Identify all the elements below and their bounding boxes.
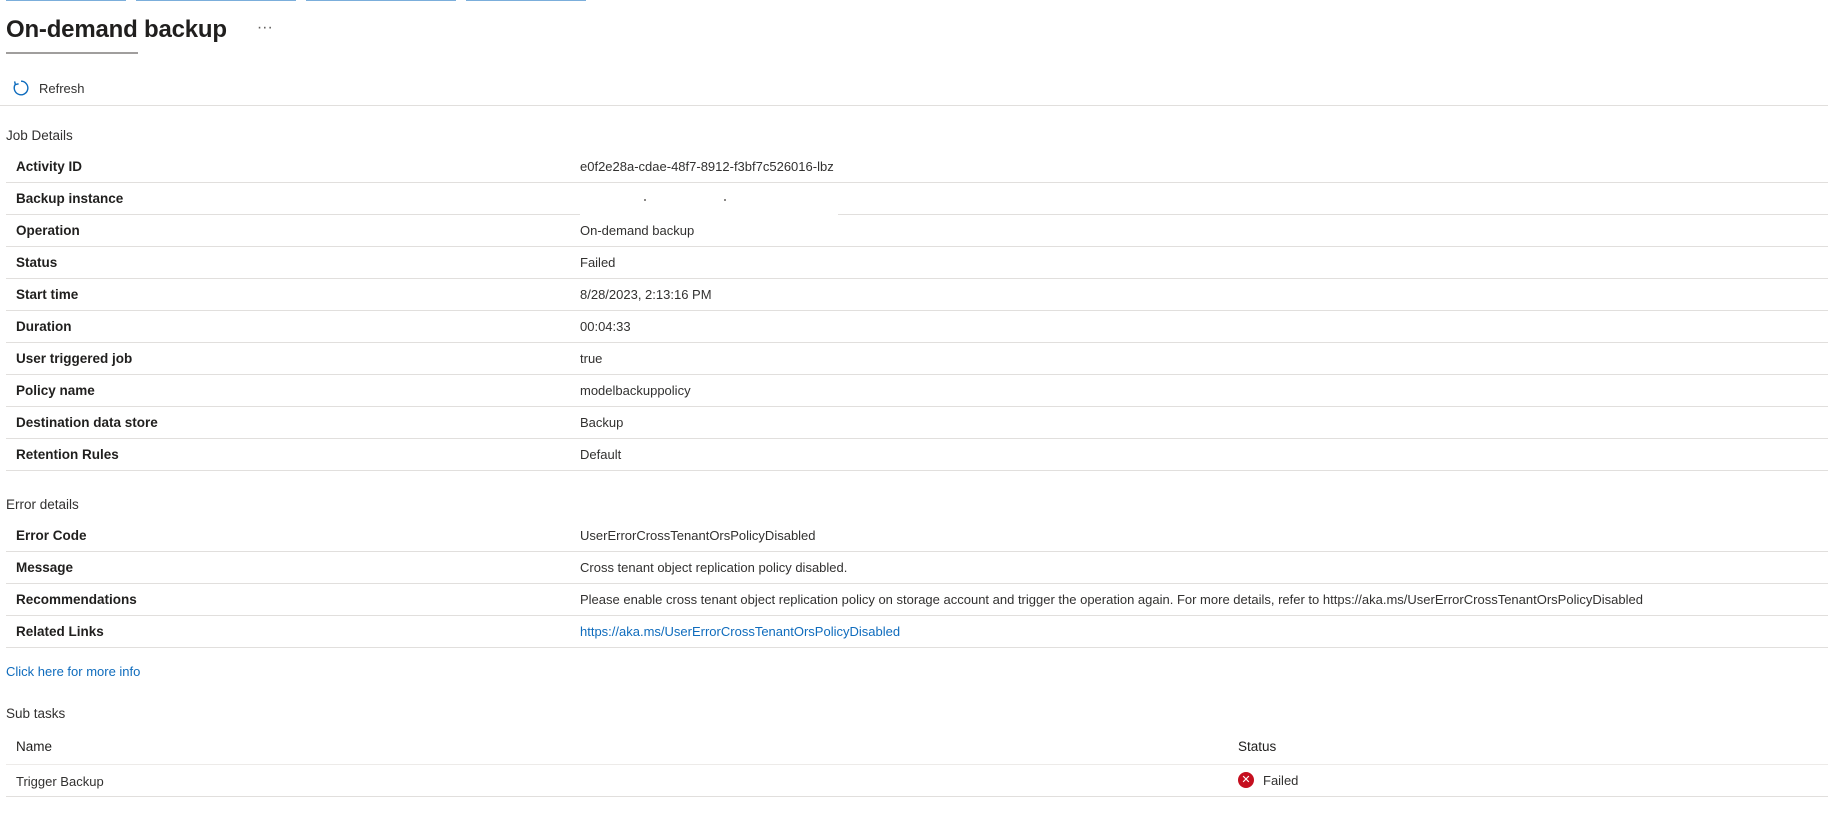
detail-value: e0f2e28a-cdae-48f7-8912-f3bf7c526016-lbz [580, 159, 834, 174]
detail-row-related-links: Related Links https://aka.ms/UserErrorCr… [6, 616, 1828, 648]
detail-value: Cross tenant object replication policy d… [580, 560, 848, 575]
detail-row-retention-rules: Retention Rules Default [6, 439, 1828, 471]
more-options-button[interactable]: ··· [253, 18, 277, 38]
detail-row-message: Message Cross tenant object replication … [6, 552, 1828, 584]
page-subtitle [6, 50, 138, 57]
detail-row-backup-instance: Backup instance [6, 183, 1828, 215]
detail-key: Recommendations [16, 592, 137, 607]
detail-row-policy-name: Policy name modelbackuppolicy [6, 375, 1828, 407]
detail-value: Failed [580, 255, 616, 270]
detail-value: 8/28/2023, 2:13:16 PM [580, 287, 712, 302]
subtask-status: ✕ Failed [1238, 772, 1298, 788]
detail-value: Default [580, 447, 622, 462]
detail-row-recommendations: Recommendations Please enable cross tena… [6, 584, 1828, 616]
sub-tasks-table: Name Status Trigger Backup ✕ Failed [6, 730, 1828, 797]
refresh-button[interactable]: Refresh [12, 77, 85, 99]
detail-row-duration: Duration 00:04:33 [6, 311, 1828, 343]
detail-value: Please enable cross tenant object replic… [580, 592, 1643, 607]
detail-row-operation: Operation On-demand backup [6, 215, 1828, 247]
job-details-page: On-demand backup ··· Refresh Job Details… [0, 0, 1828, 833]
refresh-label: Refresh [39, 80, 85, 96]
table-row[interactable]: Trigger Backup ✕ Failed [6, 765, 1828, 797]
detail-value: true [580, 351, 603, 366]
detail-row-user-triggered: User triggered job true [6, 343, 1828, 375]
error-details-table: Error Code UserErrorCrossTenantOrsPolicy… [6, 520, 1828, 648]
error-details-heading: Error details [6, 497, 79, 512]
breadcrumb[interactable] [6, 0, 626, 2]
error-icon: ✕ [1238, 772, 1254, 788]
detail-row-error-code: Error Code UserErrorCrossTenantOrsPolicy… [6, 520, 1828, 552]
more-info-link[interactable]: Click here for more info [6, 664, 140, 679]
detail-key: Message [16, 560, 74, 575]
page-title: On-demand backup [6, 16, 227, 43]
detail-row-destination-store: Destination data store Backup [6, 407, 1828, 439]
detail-value: UserErrorCrossTenantOrsPolicyDisabled [580, 528, 816, 543]
detail-key: Error Code [16, 528, 87, 543]
detail-value: 00:04:33 [580, 319, 631, 334]
column-header-status[interactable]: Status [1238, 739, 1276, 754]
detail-value: Backup [580, 415, 624, 430]
job-details-table: Activity ID e0f2e28a-cdae-48f7-8912-f3bf… [6, 151, 1828, 471]
detail-row-start-time: Start time 8/28/2023, 2:13:16 PM [6, 279, 1828, 311]
detail-key: Activity ID [16, 159, 83, 174]
detail-key: Status [16, 255, 58, 270]
detail-key: Operation [16, 223, 80, 238]
sub-tasks-heading: Sub tasks [6, 706, 66, 721]
detail-key: Policy name [16, 383, 95, 398]
related-link[interactable]: https://aka.ms/UserErrorCrossTenantOrsPo… [580, 624, 900, 639]
subtask-name: Trigger Backup [16, 774, 104, 789]
subtask-status-text: Failed [1263, 772, 1299, 788]
detail-row-status: Status Failed [6, 247, 1828, 279]
detail-value: modelbackuppolicy [580, 383, 691, 398]
detail-value: On-demand backup [580, 223, 695, 238]
table-header: Name Status [6, 730, 1828, 765]
detail-key: User triggered job [16, 351, 133, 366]
detail-key: Destination data store [16, 415, 158, 430]
detail-key: Start time [16, 287, 79, 302]
detail-key: Backup instance [16, 191, 124, 206]
detail-key: Related Links [16, 624, 104, 639]
detail-key: Retention Rules [16, 447, 119, 462]
job-details-heading: Job Details [6, 128, 73, 143]
redacted-value [580, 193, 838, 215]
command-bar: Refresh [0, 70, 1828, 106]
refresh-icon [13, 80, 29, 96]
column-header-name[interactable]: Name [16, 739, 52, 754]
detail-row-activity-id: Activity ID e0f2e28a-cdae-48f7-8912-f3bf… [6, 151, 1828, 183]
title-row: On-demand backup ··· [6, 10, 277, 50]
detail-key: Duration [16, 319, 72, 334]
